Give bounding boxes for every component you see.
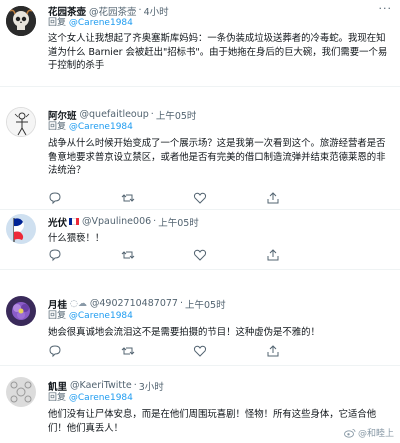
reply-prefix: 回复 (48, 393, 67, 403)
tweet-text: 这个女人让我想起了齐奥塞斯库妈妈：一条伪装成垃圾送葬者的冷毒蛇。我现在知道为什么… (48, 33, 388, 71)
reply-to-link[interactable]: @Carene1984 (69, 393, 133, 403)
reply-prefix: 回复 (48, 122, 67, 132)
separator-dot: · (150, 109, 154, 120)
action-bar (48, 344, 280, 358)
tweet[interactable]: 光伏 @Vpauline006 · 上午05时 什么猥亵！！ (0, 210, 400, 270)
retweet-icon[interactable] (121, 344, 135, 358)
author-name[interactable]: 飢里 (48, 379, 67, 393)
avatar[interactable] (6, 214, 36, 244)
purple-flower-avatar-icon (6, 296, 36, 326)
author-handle[interactable]: @Vpauline006 (82, 216, 151, 227)
like-icon[interactable] (193, 344, 207, 358)
reply-context: 回复 @Carene1984 (48, 121, 392, 133)
timestamp[interactable]: 上午05时 (156, 108, 197, 122)
timestamp[interactable]: 上午05时 (185, 297, 226, 311)
like-icon[interactable] (193, 248, 207, 262)
share-icon[interactable] (266, 191, 280, 205)
tweet-text: 什么猥亵！！ (48, 233, 105, 244)
tweet[interactable]: 月桂 ◌☁ @4902710487077 · 上午05时 回复 @Carene1… (0, 290, 400, 366)
retweet-icon[interactable] (121, 191, 135, 205)
timestamp[interactable]: 4小时 (144, 4, 169, 18)
timestamp[interactable]: 3小时 (139, 379, 164, 393)
flag-avatar-icon (6, 214, 36, 244)
author-name[interactable]: 月桂 (48, 297, 67, 311)
sketch-figure-avatar-icon (7, 108, 35, 136)
author-handle[interactable]: @quefaitleoup (80, 109, 149, 120)
author-name[interactable]: 光伏 (48, 215, 67, 229)
author-handle[interactable]: @花园茶壶 (89, 4, 137, 18)
separator-dot: · (133, 380, 137, 391)
watermark-text: @和睦上 (357, 429, 394, 439)
weibo-logo-icon (344, 428, 356, 438)
reply-icon[interactable] (48, 248, 62, 262)
avatar[interactable] (6, 296, 36, 326)
reply-context: 回复 @Carene1984 (48, 310, 392, 322)
author-name[interactable]: 花园茶壶 (48, 4, 86, 18)
share-icon[interactable] (266, 248, 280, 262)
tweet-text: 他们没有让尸体安息，而是在他们周围玩喜剧！怪物！所有这些身体，它适合他们！他们真… (48, 409, 377, 434)
more-options-icon[interactable]: ··· (379, 2, 393, 15)
reply-prefix: 回复 (48, 18, 67, 28)
separator-dot: · (179, 298, 183, 309)
tweet-text: 战争从什么时候开始变成了一个展示场？这是我第一次看到这个。旅游经营者是否鲁意地要… (48, 138, 386, 176)
retweet-icon[interactable] (121, 248, 135, 262)
author-handle[interactable]: @KaeriTwitte (70, 380, 132, 391)
author-handle[interactable]: @4902710487077 (90, 298, 178, 309)
timestamp[interactable]: 上午05时 (158, 215, 199, 229)
avatar[interactable] (6, 107, 36, 137)
separator-dot: · (138, 5, 142, 16)
skull-avatar-icon (6, 6, 36, 36)
tweet-text: 她会很真诚地会流泪这不是需要拍摄的节目！这种虚伪是不雅的！ (48, 327, 320, 338)
lace-avatar-icon (6, 377, 36, 407)
separator-dot: · (153, 216, 157, 227)
action-bar (48, 191, 280, 205)
like-icon[interactable] (193, 191, 207, 205)
reply-prefix: 回复 (48, 311, 67, 321)
tweet[interactable]: 阿尔班 @quefaitleoup · 上午05时 回复 @Carene1984… (0, 102, 400, 210)
action-bar (48, 248, 280, 262)
watermark: @和睦上 (344, 426, 394, 439)
france-flag-icon (69, 218, 79, 225)
reply-to-link[interactable]: @Carene1984 (69, 122, 133, 132)
share-icon[interactable] (266, 344, 280, 358)
reply-context: 回复 @Carene1984 (48, 392, 392, 404)
tweet[interactable]: 飢里 @KaeriTwitte · 3小时 回复 @Carene1984 他们没… (0, 371, 400, 443)
tweet[interactable]: 花园茶壶 @花园茶壶 · 4小时 回复 @Carene1984 这个女人让我想起… (0, 0, 400, 87)
reply-context: 回复 @Carene1984 (48, 17, 392, 29)
author-name[interactable]: 阿尔班 (48, 108, 77, 122)
reply-icon[interactable] (48, 344, 62, 358)
reply-to-link[interactable]: @Carene1984 (69, 18, 133, 28)
reply-to-link[interactable]: @Carene1984 (69, 311, 133, 321)
reply-icon[interactable] (48, 191, 62, 205)
avatar[interactable] (6, 6, 36, 36)
avatar[interactable] (6, 377, 36, 407)
emoji-icon: ◌☁ (70, 298, 87, 309)
